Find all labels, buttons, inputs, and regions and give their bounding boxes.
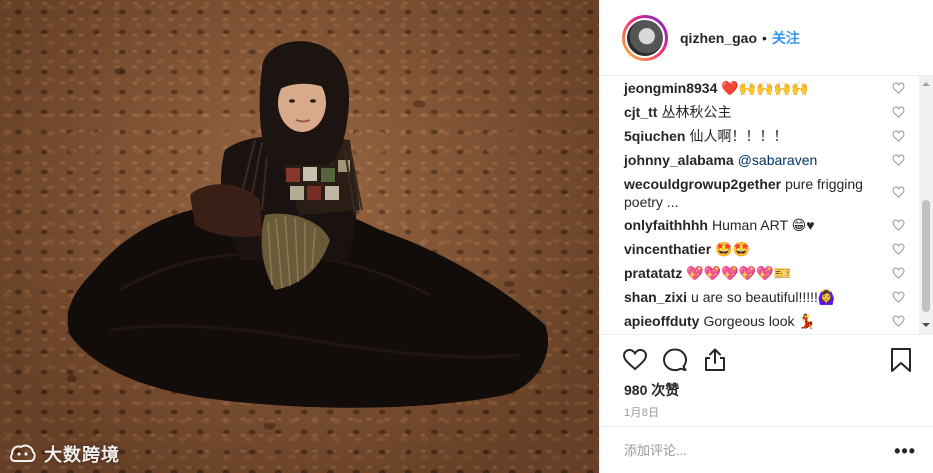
comment-like-heart-icon[interactable] [892, 267, 905, 279]
avatar[interactable] [622, 14, 668, 61]
comment-username[interactable]: wecouldgrowup2gether [624, 176, 781, 192]
comment-content: apieoffduty Gorgeous look 💃 [624, 312, 882, 330]
watermark: 大数跨境 [8, 441, 120, 467]
comment-item: jeongmin8934 ❤️🙌🙌🙌🙌 [624, 79, 922, 97]
add-comment-bar: ••• [600, 426, 933, 473]
comment-content: 5qiuchen 仙人啊！！！！ [624, 127, 882, 145]
comment-item: johnny_alabama @sabaraven [624, 151, 922, 169]
scroll-down-arrow-icon[interactable] [922, 321, 930, 329]
post-header: qizhen_gao • 关注 [600, 0, 933, 76]
comment-like-heart-icon[interactable] [892, 130, 905, 142]
avatar-image [625, 17, 665, 58]
comment-item: wecouldgrowup2gether pure frigging poetry… [624, 175, 922, 211]
comment-like-heart-icon[interactable] [892, 186, 905, 198]
comment-mention-link[interactable]: @sabaraven [738, 152, 818, 168]
comment-item: vincenthatier 🤩🤩 [624, 240, 922, 258]
comment-input[interactable] [624, 442, 874, 458]
comment-item: pratatatz 💖💖💖💖💖🎫 [624, 264, 922, 282]
comment-text: 🤩🤩 [715, 241, 751, 257]
comment-username[interactable]: onlyfaithhhh [624, 217, 708, 233]
comment-content: onlyfaithhhh Human ART 😁♥ [624, 216, 882, 234]
comment-content: jeongmin8934 ❤️🙌🙌🙌🙌 [624, 79, 882, 97]
photo-figure [67, 41, 549, 408]
comment-text: Human ART 😁♥ [712, 217, 815, 233]
post-side-panel: qizhen_gao • 关注 jeongmin8934 ❤️🙌🙌🙌🙌 cjt_tt… [599, 0, 933, 473]
comment-content: vincenthatier 🤩🤩 [624, 240, 882, 258]
comment-username[interactable]: johnny_alabama [624, 152, 734, 168]
comment-text: 💖💖💖💖💖🎫 [686, 265, 791, 281]
comment-content: johnny_alabama @sabaraven [624, 151, 882, 169]
comment-content: wecouldgrowup2gether pure frigging poetry… [624, 175, 882, 211]
comments-list[interactable]: jeongmin8934 ❤️🙌🙌🙌🙌 cjt_tt 丛林秋公主 5qiuchen 仙人啊… [600, 76, 922, 334]
comment-text: ❤️🙌🙌🙌🙌 [721, 80, 809, 96]
comment-content: shan_zixi u are so beautiful!!!!!🙆‍♀️ [624, 288, 882, 306]
comment-text: 仙人啊！！！！ [689, 128, 788, 144]
comment-like-heart-icon[interactable] [892, 154, 905, 166]
comment-text: 丛林秋公主 [661, 104, 732, 120]
comment-text: Gorgeous look 💃 [703, 313, 816, 329]
comment-item: 5qiuchen 仙人啊！！！！ [624, 127, 922, 145]
comment-like-heart-icon[interactable] [892, 219, 905, 231]
comment-username[interactable]: vincenthatier [624, 241, 711, 257]
comment-content: cjt_tt 丛林秋公主 [624, 103, 882, 121]
comment-icon[interactable] [662, 347, 688, 373]
comment-item: apieoffduty Gorgeous look 💃 [624, 312, 922, 330]
scrollbar-thumb[interactable] [922, 200, 930, 312]
comment-item: shan_zixi u are so beautiful!!!!!🙆‍♀️ [624, 288, 922, 306]
post-photo[interactable]: 大数跨境 [0, 0, 599, 473]
comment-like-heart-icon[interactable] [892, 106, 905, 118]
comment-username[interactable]: jeongmin8934 [624, 80, 717, 96]
heart-icon[interactable] [622, 347, 648, 373]
comment-like-heart-icon[interactable] [892, 315, 905, 327]
scroll-up-arrow-icon[interactable] [922, 80, 930, 88]
comment-username[interactable]: apieoffduty [624, 313, 699, 329]
comment-content: pratatatz 💖💖💖💖💖🎫 [624, 264, 882, 282]
comment-like-heart-icon[interactable] [892, 291, 905, 303]
post-date[interactable]: 1月8日 [624, 404, 659, 420]
comment-like-heart-icon[interactable] [892, 82, 905, 94]
post-author-username[interactable]: qizhen_gao [680, 30, 757, 46]
likes-number: 980 [624, 382, 648, 398]
comment-username[interactable]: shan_zixi [624, 289, 687, 305]
comment-item: onlyfaithhhh Human ART 😁♥ [624, 216, 922, 234]
watermark-text: 大数跨境 [44, 445, 120, 465]
header-separator: • [762, 29, 767, 46]
likes-count[interactable]: 980 次赞 [624, 380, 679, 400]
likes-suffix: 次赞 [651, 382, 680, 398]
comment-username[interactable]: cjt_tt [624, 104, 657, 120]
comment-text: u are so beautiful!!!!!🙆‍♀️ [691, 289, 836, 305]
comment-like-heart-icon[interactable] [892, 243, 905, 255]
comment-username[interactable]: 5qiuchen [624, 128, 685, 144]
follow-button[interactable]: 关注 [772, 28, 800, 48]
comment-username[interactable]: pratatatz [624, 265, 682, 281]
bookmark-icon[interactable] [888, 347, 914, 373]
share-icon[interactable] [702, 347, 728, 373]
comment-item: cjt_tt 丛林秋公主 [624, 103, 922, 121]
more-options-button[interactable]: ••• [894, 441, 916, 462]
watermark-logo-icon [10, 444, 36, 462]
